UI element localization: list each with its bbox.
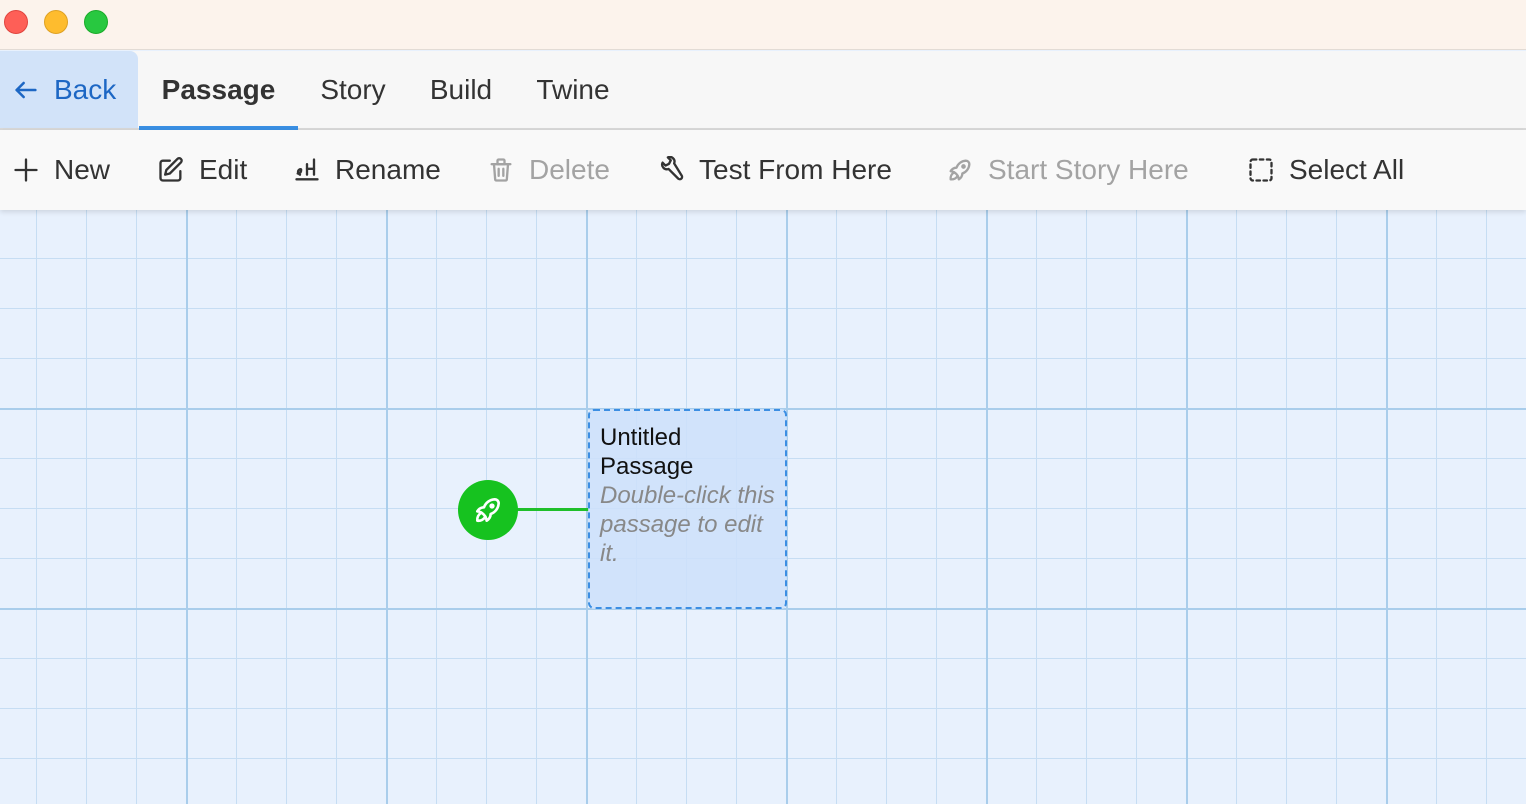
start-passage-marker: [458, 480, 518, 540]
rename-label: Rename: [335, 154, 441, 185]
rocket-icon: [949, 159, 971, 181]
trash-icon: [490, 158, 512, 182]
minimize-window-button[interactable]: [44, 10, 68, 34]
top-tab-bar: Back Passage Story Build Twine: [0, 51, 1526, 130]
tab-build[interactable]: Build: [408, 51, 514, 128]
start-story-here-button[interactable]: Start Story Here: [946, 130, 1189, 210]
window-titlebar: [0, 0, 1526, 50]
passage-card[interactable]: Untitled Passage Double-click this passa…: [588, 409, 787, 609]
test-from-here-button[interactable]: Test From Here: [657, 130, 892, 210]
rocket-icon: [475, 498, 500, 523]
select-all-button[interactable]: Select All: [1247, 130, 1404, 210]
plus-icon: [14, 158, 38, 182]
start-story-here-label: Start Story Here: [988, 154, 1189, 185]
signature-icon: [295, 158, 319, 181]
rename-button[interactable]: Rename: [293, 130, 441, 210]
marquee-select-icon: [1249, 158, 1273, 182]
edit-button[interactable]: Edit: [157, 130, 247, 210]
tab-twine[interactable]: Twine: [514, 51, 632, 128]
new-label: New: [54, 154, 111, 185]
tab-story[interactable]: Story: [298, 51, 408, 128]
test-from-here-label: Test From Here: [699, 154, 892, 185]
back-label: Back: [54, 73, 117, 105]
wrench-icon: [661, 156, 684, 181]
story-map-canvas[interactable]: Untitled Passage Double-click this passa…: [0, 210, 1526, 804]
edit-label: Edit: [199, 154, 248, 185]
start-connector: [517, 508, 589, 511]
pencil-icon: [159, 157, 183, 182]
delete-label: Delete: [529, 154, 610, 185]
passage-toolbar: New Edit Rename Delete Test From Here St…: [0, 130, 1526, 210]
select-all-label: Select All: [1289, 154, 1405, 185]
arrow-left-icon: [15, 81, 37, 98]
back-button[interactable]: Back: [0, 51, 138, 128]
delete-button[interactable]: Delete: [487, 130, 610, 210]
passage-excerpt: Double-click this passage to edit it.: [600, 482, 775, 567]
zoom-window-button[interactable]: [84, 10, 108, 34]
passage-title: Untitled Passage: [600, 424, 694, 480]
close-window-button[interactable]: [4, 10, 28, 34]
new-button[interactable]: New: [12, 130, 110, 210]
tab-passage[interactable]: Passage: [139, 51, 298, 130]
